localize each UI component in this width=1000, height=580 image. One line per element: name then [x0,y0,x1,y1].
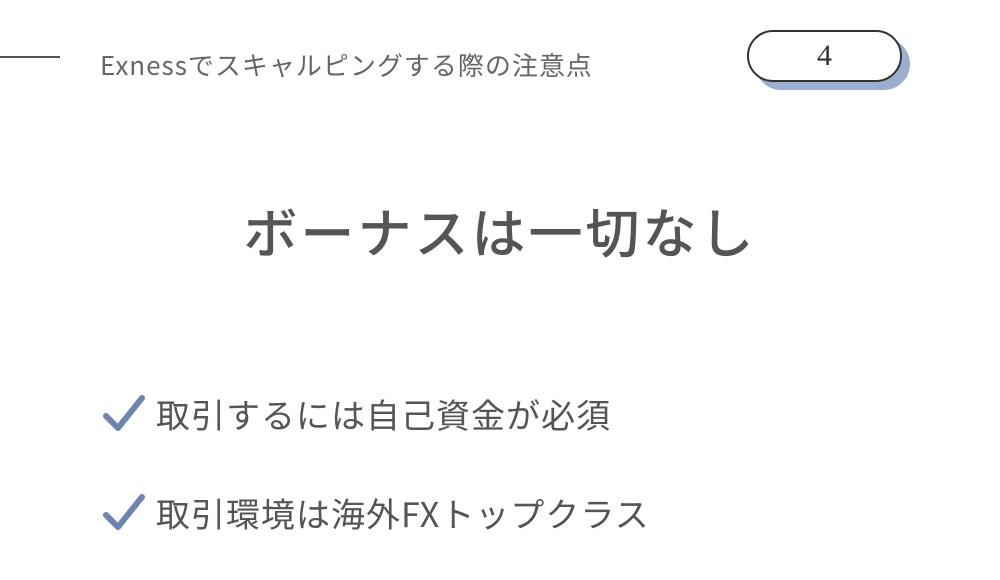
bullet-points-list: 取引するには自己資金が必須 取引環境は海外FXトップクラス [0,389,1000,537]
header-title: Exnessでスキャルピングする際の注意点 [100,46,593,83]
slide-number-badge: 4 [755,38,910,90]
badge-number: 4 [817,39,832,73]
check-icon [100,390,148,438]
badge-outline: 4 [747,30,902,82]
bullet-text: 取引環境は海外FXトップクラス [156,488,650,537]
main-title: ボーナスは一切なし [0,190,1000,269]
slide-header: Exnessでスキャルピングする際の注意点 4 [0,0,1000,90]
bullet-point: 取引環境は海外FXトップクラス [100,488,1000,537]
bullet-point: 取引するには自己資金が必須 [100,389,1000,438]
header-divider-line [0,56,60,58]
check-icon [100,489,148,537]
bullet-text: 取引するには自己資金が必須 [156,389,611,438]
